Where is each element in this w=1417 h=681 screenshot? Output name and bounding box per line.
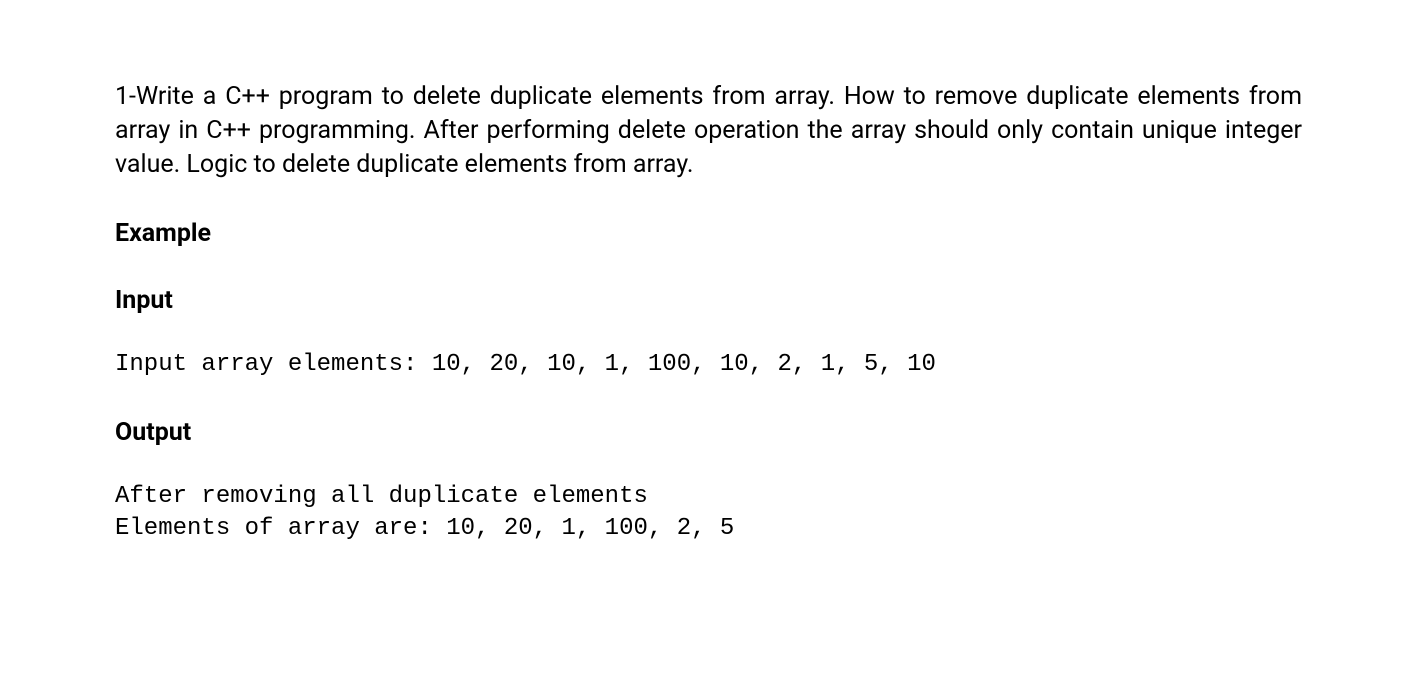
heading-example: Example [115,219,1302,248]
problem-description: 1-Write a C++ program to delete duplicat… [115,80,1302,181]
output-example-line2: Elements of array are: 10, 20, 1, 100, 2… [115,513,1302,545]
heading-output: Output [115,418,1302,447]
output-example-line1: After removing all duplicate elements [115,481,1302,513]
input-example-text: Input array elements: 10, 20, 10, 1, 100… [115,349,1302,381]
heading-input: Input [115,286,1302,315]
